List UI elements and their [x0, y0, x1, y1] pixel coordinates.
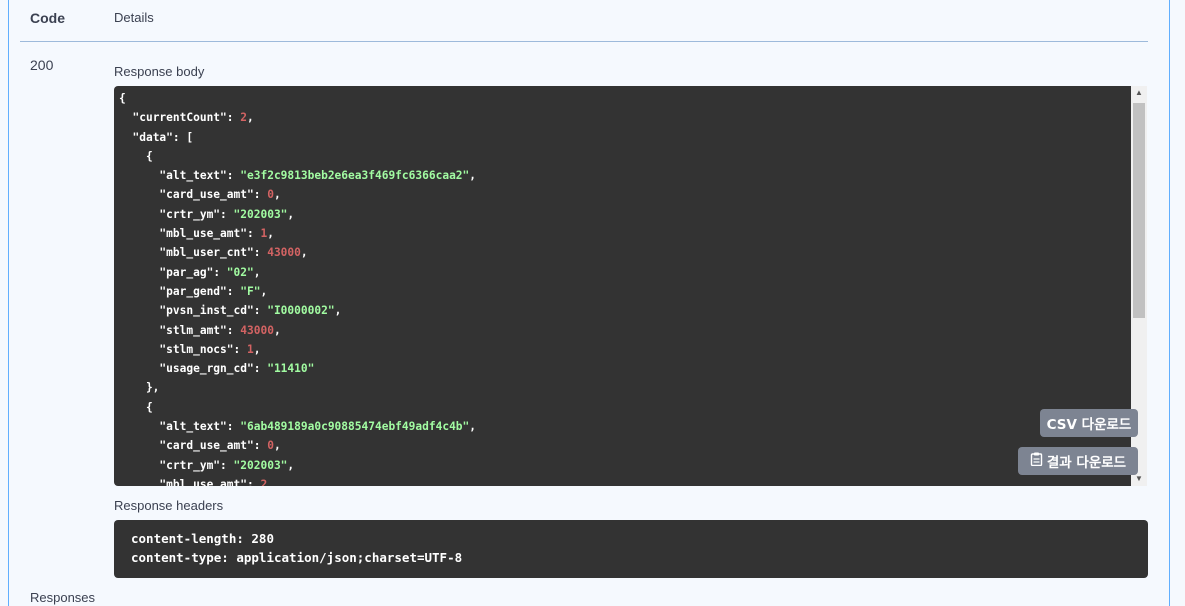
code-line: "mbl_use_amt": 1, [159, 227, 274, 241]
result-download-label: 결과 다운로드 [1046, 455, 1127, 471]
code-line: "data": [ [132, 130, 194, 144]
response-body-label: Response body [114, 64, 205, 79]
scroll-up-icon[interactable]: ▲ [1131, 86, 1147, 100]
code-line: }, [119, 381, 160, 395]
response-headers-label: Response headers [114, 498, 224, 513]
header-content-length: content-length: 280 [131, 531, 274, 546]
clipboard-icon [1030, 452, 1043, 470]
code-line: "mbl_use_amt": 2 [159, 477, 268, 486]
header-content-type: content-type: application/json;charset=U… [131, 550, 463, 565]
code-line: { [119, 400, 153, 414]
scroll-thumb[interactable] [1133, 103, 1145, 318]
code-line: { [119, 92, 126, 105]
code-line: "crtr_ym": "202003", [159, 458, 295, 472]
code-line: "mbl_user_cnt": 43000, [159, 246, 308, 260]
header-divider [20, 41, 1148, 42]
code-line: { [119, 149, 153, 163]
csv-download-button[interactable]: CSV 다운로드 [1040, 409, 1138, 437]
code-line: "alt_text": "6ab489189a0c90885474ebf49ad… [159, 420, 477, 434]
code-line: "par_ag": "02", [159, 265, 261, 279]
code-line: "stlm_amt": 43000, [159, 323, 281, 337]
code-line: "par_gend": "F", [159, 284, 268, 298]
response-headers-code: content-length: 280 content-type: applic… [114, 520, 1148, 578]
code-line: "stlm_nocs": 1, [159, 342, 261, 356]
details-column-header: Details [114, 10, 154, 25]
csv-download-label: CSV 다운로드 [1046, 417, 1132, 433]
result-download-button[interactable]: 결과 다운로드 [1018, 447, 1138, 475]
responses-heading: Responses [30, 590, 96, 605]
code-line: "card_use_amt": 0, [159, 439, 281, 453]
response-body-code[interactable]: { "currentCount": 2, "data": [ { "alt_te… [114, 86, 1146, 486]
code-line: "card_use_amt": 0, [159, 188, 281, 202]
response-body-text: { "currentCount": 2, "data": [ { "alt_te… [119, 89, 1129, 486]
code-line: "usage_rgn_cd": "11410" [159, 362, 315, 376]
code-line: "currentCount": 2, [132, 111, 254, 125]
status-code: 200 [30, 57, 54, 73]
code-line: "crtr_ym": "202003", [159, 207, 295, 221]
code-column-header: Code [30, 10, 65, 26]
code-line: "alt_text": "e3f2c9813beb2e6ea3f469fc636… [159, 169, 477, 183]
code-line: "pvsn_inst_cd": "I0000002", [159, 304, 342, 318]
